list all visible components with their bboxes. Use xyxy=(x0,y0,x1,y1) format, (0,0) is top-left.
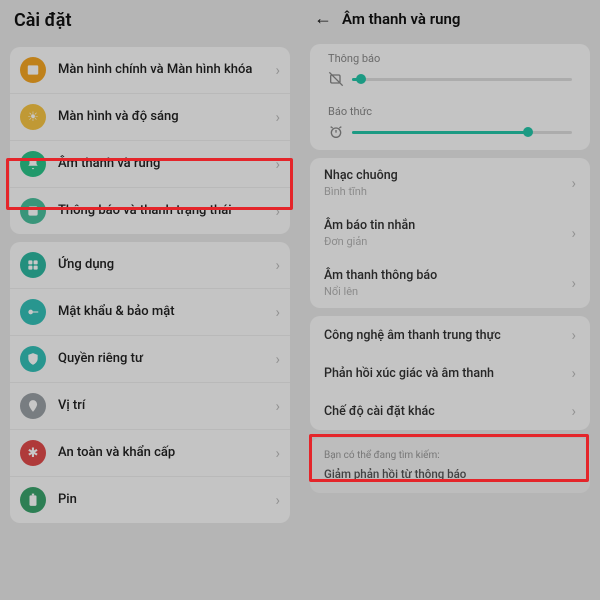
row-notification-sound[interactable]: Âm thanh thông báo Nổi lên › xyxy=(310,258,590,308)
row-message-sound[interactable]: Âm báo tin nhắn Đơn giản › xyxy=(310,208,590,258)
row-label: Pin xyxy=(58,492,269,509)
option-label: Phản hồi xúc giác và âm thanh xyxy=(324,366,565,381)
row-haptic-sound-feedback[interactable]: Phản hồi xúc giác và âm thanh › xyxy=(310,354,590,392)
row-label: Vị trí xyxy=(58,398,269,415)
sound-title: Âm báo tin nhắn xyxy=(324,218,565,233)
battery-icon xyxy=(20,487,46,513)
row-location[interactable]: Vị trí › xyxy=(10,382,290,429)
row-label: Thông báo và thanh trạng thái xyxy=(58,203,269,220)
notification-mute-icon xyxy=(328,71,344,87)
row-other-settings[interactable]: Chế độ cài đặt khác › xyxy=(310,392,590,430)
sound-sub: Nổi lên xyxy=(324,285,565,298)
row-ringtone[interactable]: Nhạc chuông Bình tĩnh › xyxy=(310,158,590,208)
pin-icon xyxy=(20,393,46,419)
row-label: An toàn và khẩn cấp xyxy=(58,445,269,462)
chevron-right-icon: › xyxy=(571,274,576,292)
picture-icon xyxy=(20,57,46,83)
row-label: Quyền riêng tư xyxy=(58,351,269,368)
row-dolby[interactable]: Công nghệ âm thanh trung thực › xyxy=(310,316,590,354)
row-label: Màn hình chính và Màn hình khóa xyxy=(58,62,269,79)
chevron-right-icon: › xyxy=(275,202,280,220)
chevron-right-icon: › xyxy=(571,326,576,344)
sos-icon: ✱ xyxy=(20,440,46,466)
option-label: Chế độ cài đặt khác xyxy=(324,404,565,419)
alarm-volume-label: Báo thức xyxy=(328,105,572,118)
notification-volume-slider[interactable] xyxy=(352,78,572,81)
chevron-right-icon: › xyxy=(571,224,576,242)
apps-icon xyxy=(20,252,46,278)
chevron-right-icon: › xyxy=(571,402,576,420)
shield-icon xyxy=(20,346,46,372)
notification-volume-label: Thông báo xyxy=(328,52,572,65)
bell-icon xyxy=(20,151,46,177)
chevron-right-icon: › xyxy=(275,155,280,173)
chevron-right-icon: › xyxy=(571,364,576,382)
row-password-security[interactable]: Mật khẩu & bảo mật › xyxy=(10,288,290,335)
row-label: Mật khẩu & bảo mật xyxy=(58,304,269,321)
row-home-lock-screen[interactable]: Màn hình chính và Màn hình khóa › xyxy=(10,47,290,93)
chevron-right-icon: › xyxy=(275,444,280,462)
key-icon xyxy=(20,299,46,325)
row-apps[interactable]: Ứng dụng › xyxy=(10,242,290,288)
chevron-right-icon: › xyxy=(275,350,280,368)
row-label: Màn hình và độ sáng xyxy=(58,109,269,126)
chevron-right-icon: › xyxy=(571,174,576,192)
chevron-right-icon: › xyxy=(275,303,280,321)
sound-title: Âm thanh thông báo xyxy=(324,268,565,283)
sun-icon: ☀ xyxy=(20,104,46,130)
settings-title: Cài đặt xyxy=(0,0,300,39)
page-title: Âm thanh và rung xyxy=(342,10,460,28)
status-icon xyxy=(20,198,46,224)
search-hint[interactable]: Bạn có thể đang tìm kiếm: Giảm phản hồi … xyxy=(310,438,590,493)
row-label: Ứng dụng xyxy=(58,257,269,274)
row-sound-vibration[interactable]: Âm thanh và rung › xyxy=(10,140,290,187)
row-safety-emergency[interactable]: ✱ An toàn và khẩn cấp › xyxy=(10,429,290,476)
sound-title: Nhạc chuông xyxy=(324,168,565,183)
chevron-right-icon: › xyxy=(275,108,280,126)
row-label: Âm thanh và rung xyxy=(58,156,269,173)
option-label: Công nghệ âm thanh trung thực xyxy=(324,328,565,343)
sound-sub: Bình tĩnh xyxy=(324,185,565,198)
row-battery[interactable]: Pin › xyxy=(10,476,290,523)
chevron-right-icon: › xyxy=(275,491,280,509)
alarm-icon xyxy=(328,124,344,140)
row-notification-status[interactable]: Thông báo và thanh trạng thái › xyxy=(10,187,290,234)
hint-label: Bạn có thể đang tìm kiếm: xyxy=(324,450,576,461)
chevron-right-icon: › xyxy=(275,256,280,274)
back-arrow-icon[interactable]: ← xyxy=(314,10,332,28)
row-display-brightness[interactable]: ☀ Màn hình và độ sáng › xyxy=(10,93,290,140)
chevron-right-icon: › xyxy=(275,397,280,415)
hint-text: Giảm phản hồi từ thông báo xyxy=(324,467,576,481)
alarm-volume-slider[interactable] xyxy=(352,131,572,134)
chevron-right-icon: › xyxy=(275,61,280,79)
sound-sub: Đơn giản xyxy=(324,235,565,248)
row-privacy[interactable]: Quyền riêng tư › xyxy=(10,335,290,382)
